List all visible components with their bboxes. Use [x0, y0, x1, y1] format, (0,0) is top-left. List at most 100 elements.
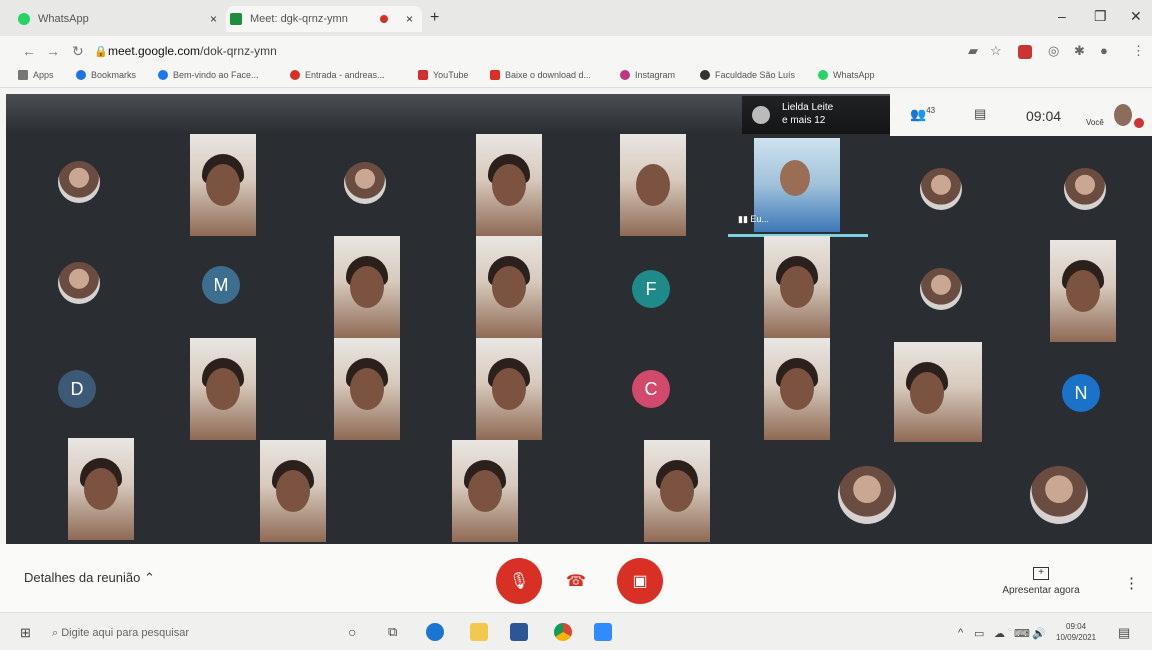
meeting-details-button[interactable]: Detalhes da reunião ⌃	[24, 570, 155, 586]
tab-whatsapp[interactable]: WhatsApp ×	[18, 6, 226, 32]
participant-video-tile[interactable]	[476, 338, 542, 440]
profile-icon[interactable]: ●	[1100, 43, 1108, 58]
address-bar-row: ← → ↻ 🔒 meet.google.com/dok-qrnz-ymn ▰ ☆…	[0, 36, 1152, 66]
bookmark-bookmarks[interactable]: Bookmarks	[76, 70, 136, 80]
bookmark-whatsapp[interactable]: WhatsApp	[818, 70, 875, 80]
mic-off-icon: 🎙	[508, 573, 530, 590]
tab-strip: WhatsApp × Meet: dgk-qrnz-ymn × + – ❐ ✕	[0, 0, 1152, 36]
participant-video-tile[interactable]	[1050, 240, 1116, 342]
mic-off-button[interactable]: 🎙	[496, 558, 542, 604]
windows-start-icon[interactable]: ⊞	[20, 625, 31, 641]
participant-video-tile[interactable]	[764, 236, 830, 338]
participant-video-tile[interactable]	[68, 438, 134, 540]
meet-video-grid: ▮▮ Eu... M F D C N	[6, 94, 1152, 544]
participant-video-tile[interactable]	[190, 338, 256, 440]
participant-video-tile[interactable]	[894, 342, 982, 442]
lock-icon[interactable]: 🔒	[94, 45, 108, 58]
participant-avatar[interactable]	[838, 466, 896, 524]
keyboard-icon[interactable]: ⌨	[1014, 627, 1030, 640]
taskbar-clock[interactable]: 09:04 10/09/2021	[1056, 621, 1096, 643]
meet-favicon-icon	[230, 13, 242, 25]
search-placeholder: Digite aqui para pesquisar	[61, 627, 190, 639]
restore-icon[interactable]: ❐	[1094, 8, 1107, 25]
close-tab-icon[interactable]: ×	[210, 12, 217, 26]
puzzle-icon[interactable]: ✱	[1074, 43, 1085, 59]
presenter-info[interactable]: Lielda Leite e mais 12	[742, 96, 890, 134]
camera-icon[interactable]: ▰	[968, 43, 978, 59]
bookmark-instagram[interactable]: Instagram	[620, 70, 675, 80]
forward-icon[interactable]: →	[46, 43, 60, 59]
bookmark-youtube[interactable]: YouTube	[418, 70, 468, 80]
participant-video-tile[interactable]	[644, 440, 710, 542]
participant-initial-N[interactable]: N	[1062, 374, 1100, 412]
extension-red-icon[interactable]	[1018, 45, 1032, 59]
self-avatar[interactable]	[1114, 104, 1132, 126]
back-icon[interactable]: ←	[22, 43, 36, 59]
minimize-icon[interactable]: –	[1058, 8, 1066, 24]
participant-avatar[interactable]	[58, 161, 100, 203]
bookmark-faculdade[interactable]: Faculdade São Luís	[700, 70, 795, 80]
bookmark-star-icon[interactable]: ☆	[990, 43, 1002, 59]
participant-initial-F[interactable]: F	[632, 270, 670, 308]
participant-video-tile[interactable]	[476, 134, 542, 236]
participant-avatar[interactable]	[344, 162, 386, 204]
meeting-clock: 09:04	[1026, 108, 1062, 124]
participant-initial-D[interactable]: D	[58, 370, 96, 408]
participant-avatar[interactable]	[1030, 466, 1088, 524]
present-now-button[interactable]: + Apresentar agora	[996, 562, 1086, 596]
extension-icon[interactable]: ◎	[1048, 43, 1059, 59]
participant-initial-C[interactable]: C	[632, 370, 670, 408]
taskbar-search[interactable]: ⌕ Digite aqui para pesquisar	[52, 627, 189, 640]
participant-avatar[interactable]	[58, 262, 100, 304]
chat-icon[interactable]: ▤	[974, 106, 986, 122]
meet-top-right-bar: 👥43 ▤ 09:04 Você	[890, 94, 1152, 136]
participant-initial-M[interactable]: M	[202, 266, 240, 304]
participant-video-tile[interactable]	[260, 440, 326, 542]
bookmark-apps[interactable]: Apps	[18, 70, 54, 80]
participant-video-tile[interactable]	[764, 338, 830, 440]
cortana-icon[interactable]: ○	[348, 624, 356, 640]
close-tab-icon[interactable]: ×	[406, 12, 413, 26]
participant-video-tile[interactable]	[334, 338, 400, 440]
bookmark-gmail[interactable]: Entrada - andreas...	[290, 70, 385, 80]
participant-face	[492, 266, 526, 308]
camera-off-button[interactable]: ▣	[617, 558, 663, 604]
network-icon[interactable]: ▭	[974, 627, 984, 640]
bookmark-facebook[interactable]: Bem-vindo ao Face...	[158, 70, 259, 80]
edge-icon[interactable]	[426, 623, 444, 641]
zoom-icon[interactable]	[594, 623, 612, 641]
participant-face	[492, 368, 526, 410]
tray-chevron-icon[interactable]: ^	[958, 627, 963, 639]
participant-video-tile[interactable]	[190, 134, 256, 236]
leave-call-button[interactable]: ☎	[563, 568, 589, 594]
bookmarks-bar: Apps Bookmarks Bem-vindo ao Face... Entr…	[0, 66, 1152, 88]
close-window-icon[interactable]: ✕	[1130, 8, 1142, 25]
participant-avatar[interactable]	[1064, 168, 1106, 210]
participant-avatar[interactable]	[920, 168, 962, 210]
camera-off-icon: ▣	[632, 573, 648, 590]
more-options-icon[interactable]: ⋮	[1124, 574, 1139, 592]
participant-video-tile[interactable]	[620, 134, 686, 236]
people-button[interactable]: 👥43	[910, 106, 935, 122]
chrome-icon[interactable]	[554, 623, 572, 641]
cloud-icon[interactable]: ☁	[994, 627, 1005, 640]
menu-icon[interactable]: ⋮	[1132, 43, 1145, 59]
tab-meet[interactable]: Meet: dgk-qrnz-ymn ×	[226, 6, 422, 32]
new-tab-button[interactable]: +	[430, 9, 439, 27]
url-field[interactable]: meet.google.com/dok-qrnz-ymn	[108, 44, 277, 58]
participant-video-tile[interactable]	[476, 236, 542, 338]
reload-icon[interactable]: ↻	[72, 43, 84, 60]
participant-video-tile[interactable]	[452, 440, 518, 542]
participant-face	[660, 470, 694, 512]
participant-video-tile[interactable]	[334, 236, 400, 338]
file-explorer-icon[interactable]	[470, 623, 488, 641]
speaker-label-text: Eu...	[750, 214, 769, 224]
participant-avatar[interactable]	[920, 268, 962, 310]
bookmark-label: Bookmarks	[91, 70, 137, 80]
bookmark-download[interactable]: Baixe o download d...	[490, 70, 591, 80]
task-view-icon[interactable]: ⧉	[388, 624, 397, 640]
meet-control-bar: Detalhes da reunião ⌃ 🎙 ☎ ▣ + Apresentar…	[0, 544, 1152, 612]
volume-icon[interactable]: 🔊	[1032, 627, 1046, 640]
notification-center-icon[interactable]: ▤	[1118, 625, 1130, 641]
word-icon[interactable]	[510, 623, 528, 641]
